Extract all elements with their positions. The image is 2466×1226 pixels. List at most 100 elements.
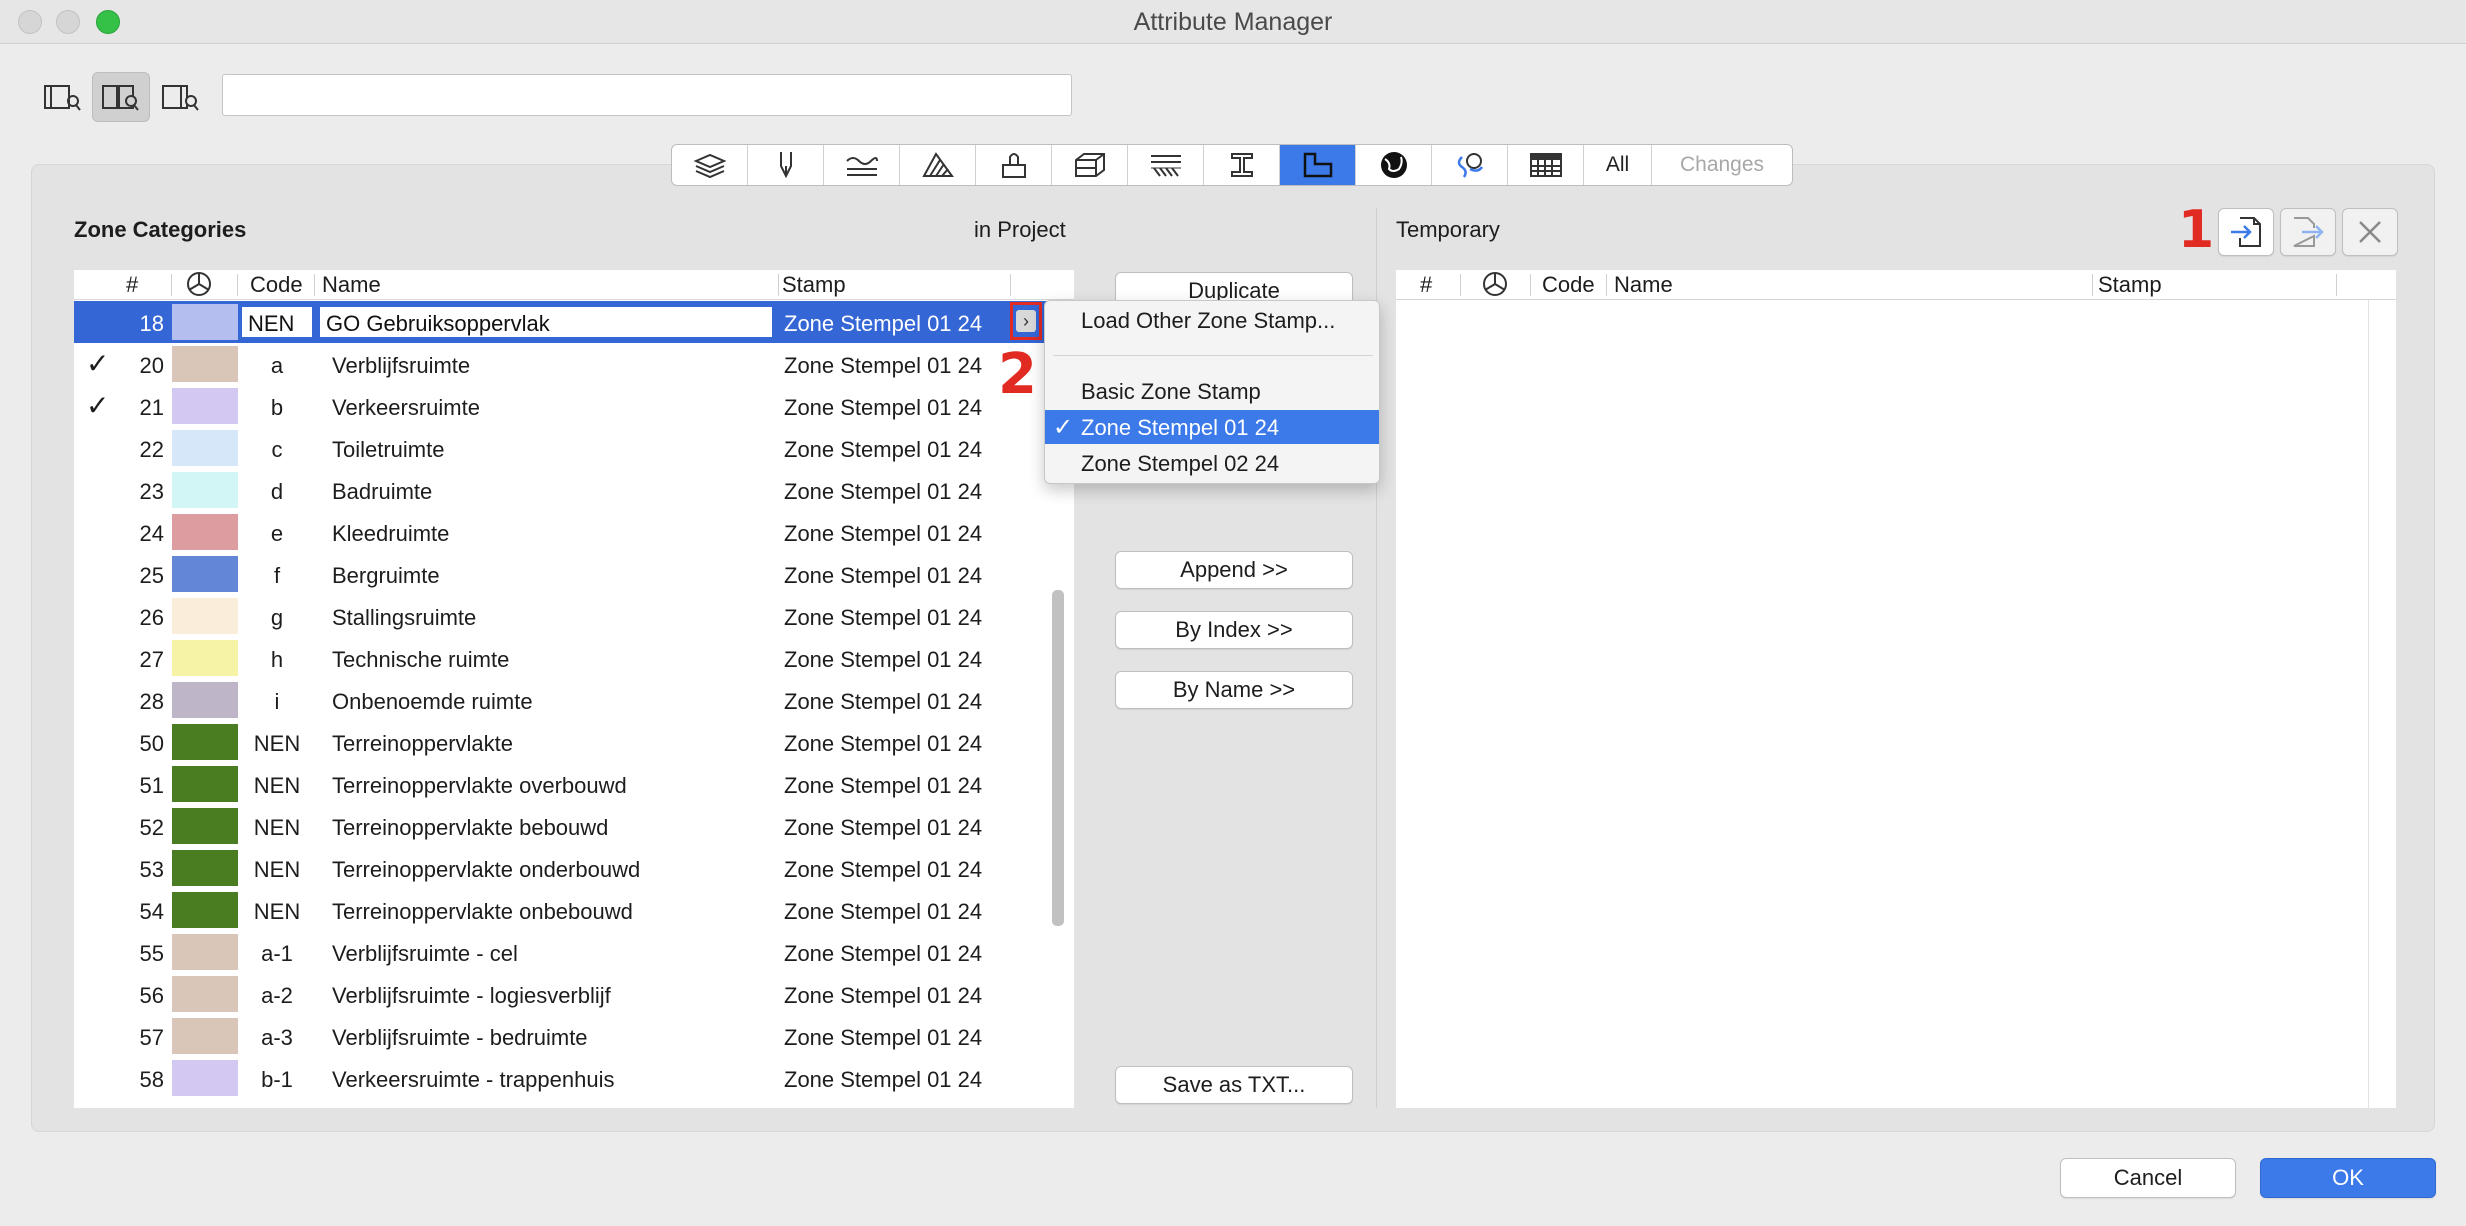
color-swatch[interactable] — [172, 766, 238, 802]
name-field[interactable]: GO Gebruiksoppervlak — [318, 305, 774, 339]
menu-item-load-other[interactable]: Load Other Zone Stamp... — [1045, 303, 1379, 337]
stamp-cell: Zone Stempel 01 24 — [784, 857, 983, 882]
single-view-button[interactable] — [152, 72, 210, 122]
export-button[interactable] — [2280, 208, 2336, 256]
tab-properties[interactable] — [1508, 145, 1584, 185]
table-row[interactable]: ✓ 20 a Verblijfsruimte Zone Stempel 01 24 — [74, 343, 1074, 385]
col-code[interactable]: Code — [1542, 272, 1595, 298]
tab-all[interactable]: All — [1584, 145, 1652, 185]
color-swatch[interactable] — [172, 724, 238, 760]
by-index-button[interactable]: By Index >> — [1115, 611, 1353, 649]
table-row[interactable]: 18 NEN GO Gebruiksoppervlak Zone Stempel… — [74, 301, 1074, 343]
tab-building-materials[interactable] — [1052, 145, 1128, 185]
color-swatch[interactable] — [172, 640, 238, 676]
tab-layers[interactable] — [672, 145, 748, 185]
checkmark-icon: ✓ — [1053, 414, 1074, 441]
tab-pens[interactable] — [748, 145, 824, 185]
ok-button[interactable]: OK — [2260, 1158, 2436, 1198]
tab-fills[interactable] — [900, 145, 976, 185]
code-cell: c — [271, 437, 283, 462]
tab-markups[interactable] — [1432, 145, 1508, 185]
color-swatch[interactable] — [172, 934, 238, 970]
cancel-button[interactable]: Cancel — [2060, 1158, 2236, 1198]
menu-item-basic-zone-stamp[interactable]: Basic Zone Stamp — [1045, 374, 1379, 408]
list-view-button[interactable] — [34, 72, 92, 122]
tab-zone-categories[interactable] — [1280, 145, 1356, 185]
table-row[interactable]: 22 c Toiletruimte Zone Stempel 01 24 — [74, 427, 1074, 469]
tab-profiles[interactable] — [1204, 145, 1280, 185]
table-row[interactable]: 25 f Bergruimte Zone Stempel 01 24 — [74, 553, 1074, 595]
stamp-cell: Zone Stempel 01 24 — [784, 1025, 983, 1050]
col-name[interactable]: Name — [1614, 272, 1673, 298]
row-number: 23 — [139, 479, 164, 504]
color-column-icon[interactable] — [186, 271, 212, 303]
table-row[interactable]: 56 a-2 Verblijfsruimte - logiesverblijf Zon… — [74, 973, 1074, 1015]
table-row[interactable]: 28 i Onbenoemde ruimte Zone Stempel 01 24 — [74, 679, 1074, 721]
table-row[interactable]: 54 NEN Terreinoppervlakte onbebouwd Zone St… — [74, 889, 1074, 931]
name-cell: Verblijfsruimte - logiesverblijf — [332, 983, 611, 1008]
code-cell: b-1 — [261, 1067, 293, 1092]
table-row[interactable]: 57 a-3 Verblijfsruimte - bedruimte Zone Ste… — [74, 1015, 1074, 1057]
code-cell: f — [273, 563, 281, 588]
color-swatch[interactable] — [172, 304, 238, 340]
col-code[interactable]: Code — [250, 272, 303, 298]
stamp-popup-button[interactable]: › — [1010, 302, 1042, 340]
color-swatch[interactable] — [172, 388, 238, 424]
col-number[interactable]: # — [1420, 272, 1432, 298]
table-row[interactable]: 58 b-1 Verkeersruimte - trappenhuis Zone St… — [74, 1057, 1074, 1099]
fill-icon — [921, 152, 954, 177]
close-file-button[interactable] — [2342, 208, 2398, 256]
color-column-icon[interactable] — [1482, 271, 1508, 303]
code-field[interactable]: NEN — [240, 305, 314, 339]
split-view-button[interactable] — [92, 72, 150, 122]
name-cell: Technische ruimte — [332, 647, 510, 672]
col-name[interactable]: Name — [322, 272, 381, 298]
name-cell: Terreinoppervlakte overbouwd — [332, 773, 627, 798]
color-swatch[interactable] — [172, 682, 238, 718]
color-swatch[interactable] — [172, 514, 238, 550]
table-row[interactable]: 26 g Stallingsruimte Zone Stempel 01 24 — [74, 595, 1074, 637]
by-name-button[interactable]: By Name >> — [1115, 671, 1353, 709]
menu-item-zone-stempel-01[interactable]: ✓ Zone Stempel 01 24 — [1045, 410, 1379, 444]
tab-mep-systems[interactable] — [1356, 145, 1432, 185]
color-swatch[interactable] — [172, 976, 238, 1012]
row-number: 22 — [139, 437, 164, 462]
color-swatch[interactable] — [172, 556, 238, 592]
color-swatch[interactable] — [172, 808, 238, 844]
color-swatch[interactable] — [172, 892, 238, 928]
project-table-scrollbar[interactable] — [1052, 590, 1064, 926]
table-row[interactable]: 50 NEN Terreinoppervlakte Zone Stempel 01 2… — [74, 721, 1074, 763]
color-swatch[interactable] — [172, 472, 238, 508]
table-row[interactable]: ✓ 21 b Verkeersruimte Zone Stempel 01 24 — [74, 385, 1074, 427]
search-input[interactable] — [222, 74, 1072, 116]
tab-composites[interactable] — [1128, 145, 1204, 185]
color-swatch[interactable] — [172, 1060, 238, 1096]
color-swatch[interactable] — [172, 430, 238, 466]
save-as-txt-button[interactable]: Save as TXT... — [1115, 1066, 1353, 1104]
row-number: 50 — [139, 731, 164, 756]
color-swatch[interactable] — [172, 1018, 238, 1054]
table-row[interactable]: 51 NEN Terreinoppervlakte overbouwd Zone St… — [74, 763, 1074, 805]
color-swatch[interactable] — [172, 346, 238, 382]
col-number[interactable]: # — [126, 272, 138, 298]
table-row[interactable]: 27 h Technische ruimte Zone Stempel 01 24 — [74, 637, 1074, 679]
tab-line-types[interactable] — [824, 145, 900, 185]
table-row[interactable]: 24 e Kleedruimte Zone Stempel 01 24 — [74, 511, 1074, 553]
table-row[interactable]: 55 a-1 Verblijfsruimte - cel Zone Stempel 0… — [74, 931, 1074, 973]
menu-item-zone-stempel-02[interactable]: Zone Stempel 02 24 — [1045, 446, 1379, 480]
row-number: 26 — [139, 605, 164, 630]
table-row[interactable]: 53 NEN Terreinoppervlakte onderbouwd Zone S… — [74, 847, 1074, 889]
attribute-type-tabs: All Changes — [671, 144, 1793, 186]
col-stamp[interactable]: Stamp — [782, 272, 846, 298]
open-file-button[interactable] — [2218, 208, 2274, 256]
append-button[interactable]: Append >> — [1115, 551, 1353, 589]
name-cell: Verblijfsruimte - bedruimte — [332, 1025, 588, 1050]
col-stamp[interactable]: Stamp — [2098, 272, 2162, 298]
tab-surfaces[interactable] — [976, 145, 1052, 185]
color-swatch[interactable] — [172, 598, 238, 634]
color-swatch[interactable] — [172, 850, 238, 886]
table-row[interactable]: 23 d Badruimte Zone Stempel 01 24 — [74, 469, 1074, 511]
location-label: in Project — [974, 217, 1066, 242]
table-row[interactable]: 52 NEN Terreinoppervlakte bebouwd Zone Stem… — [74, 805, 1074, 847]
tab-changes[interactable]: Changes — [1652, 145, 1792, 185]
